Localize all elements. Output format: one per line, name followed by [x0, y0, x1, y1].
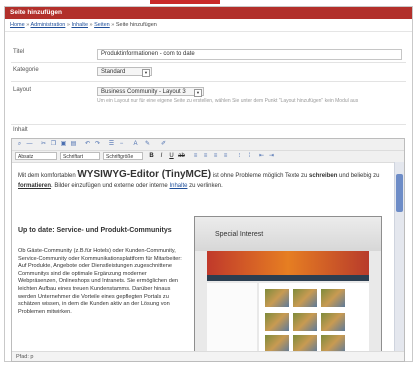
bold-icon[interactable]: B [148, 153, 155, 160]
breadcrumb-separator: » [111, 22, 115, 28]
screenshot-nav [207, 275, 369, 281]
chevron-down-icon: ▼ [194, 89, 202, 97]
title-label: Titel [13, 49, 25, 55]
italic-icon[interactable]: I [158, 153, 165, 160]
align-left-icon[interactable]: ≡ [192, 153, 199, 160]
thumbnail-image [265, 313, 289, 331]
edit-icon[interactable]: ✐ [160, 141, 167, 148]
line-icon[interactable]: — [26, 141, 33, 148]
outdent-icon[interactable]: ⇤ [258, 153, 265, 160]
category-select[interactable]: Standard ▼ [97, 67, 152, 77]
minus-icon[interactable]: − [118, 141, 125, 148]
indent-icon[interactable]: ⇥ [268, 153, 275, 160]
breadcrumb-seiten[interactable]: Seiten [94, 22, 110, 28]
align-right-icon[interactable]: ≡ [212, 153, 219, 160]
intro-text: ist ohne Probleme möglich Texte zu [211, 173, 310, 179]
layout-label: Layout [13, 87, 32, 93]
breadcrumb: Home » Administration » Inhalte » Seiten… [5, 19, 412, 32]
content-heading: Up to date: Service- und Produkt-Communi… [18, 227, 172, 234]
thumbnail-image [321, 335, 345, 351]
intro-editor-name: WYSIWYG-Editor (TinyMCE) [77, 169, 212, 180]
top-accent-bar [150, 0, 220, 4]
undo-icon[interactable]: ↶ [84, 141, 91, 148]
thumbnail-image [293, 313, 317, 331]
divider [11, 62, 406, 63]
breadcrumb-separator: » [26, 22, 30, 28]
list-icon[interactable]: ☰ [108, 141, 115, 148]
font-color-icon[interactable]: A [132, 141, 139, 148]
wysiwyg-editor[interactable]: ⌕ — ✂ ❐ ▣ ▤ ↶ ↷ ☰ − A ✎ ✐ Absatz Schrift… [11, 138, 405, 362]
editor-status-path: Pfad: p [12, 351, 404, 361]
underline-icon[interactable]: U [168, 153, 175, 160]
intro-text: Mit dem komfortablen [18, 173, 78, 179]
font-select[interactable]: Schriftart [60, 152, 100, 160]
add-page-panel: Seite hinzufügen Home » Administration »… [4, 6, 413, 362]
strike-icon[interactable]: ab [178, 153, 185, 160]
scrollbar-thumb[interactable] [396, 174, 403, 212]
divider [11, 124, 406, 125]
intro-text: und beliebig zu [337, 173, 380, 179]
category-value: Standard [101, 69, 126, 75]
screenshot-sidebar [207, 283, 257, 351]
breadcrumb-home[interactable]: Home [10, 22, 25, 28]
breadcrumb-separator: » [66, 22, 70, 28]
thumbnail-image [265, 289, 289, 307]
layout-value: Business Community - Layout 3 [101, 89, 186, 95]
intro-text: zu verlinken. [187, 183, 223, 189]
copy-icon[interactable]: ❐ [50, 141, 57, 148]
intro-paragraph: Mit dem komfortablen WYSIWYG-Editor (Tin… [18, 170, 388, 191]
justify-icon[interactable]: ≡ [222, 153, 229, 160]
breadcrumb-administration[interactable]: Administration [31, 22, 66, 28]
vertical-scrollbar[interactable] [394, 162, 404, 351]
intro-text: . Bilder einzufügen und externe oder int… [51, 183, 170, 189]
intro-bold-word: schreiben [309, 173, 338, 179]
search-icon[interactable]: ⌕ [16, 141, 23, 148]
layout-hint: Um ein Layout nur für eine eigene Seite … [97, 98, 359, 104]
title-input[interactable]: Produktinformationen - com to date [97, 49, 402, 60]
layout-select[interactable]: Business Community - Layout 3 ▼ [97, 87, 204, 97]
screenshot-title: Special Interest [215, 231, 264, 238]
thumbnail-image [293, 335, 317, 351]
breadcrumb-inhalte[interactable]: Inhalte [71, 22, 88, 28]
intro-link[interactable]: Inhalte [169, 183, 187, 189]
cut-icon[interactable]: ✂ [40, 141, 47, 148]
bullet-list-icon[interactable]: ⁝ [236, 153, 243, 160]
thumbnail-image [321, 313, 345, 331]
thumbnail-image [265, 335, 289, 351]
numbered-list-icon[interactable]: ⁞ [246, 153, 253, 160]
thumbnail-image [293, 289, 317, 307]
content-label: Inhalt [13, 127, 28, 133]
breadcrumb-separator: » [89, 22, 93, 28]
intro-format-word: formatieren [18, 183, 52, 189]
panel-title: Seite hinzufügen [5, 7, 412, 19]
divider [11, 81, 406, 82]
format-select[interactable]: Absatz [15, 152, 57, 160]
redo-icon[interactable]: ↷ [94, 141, 101, 148]
paste-icon[interactable]: ▣ [60, 141, 67, 148]
highlight-icon[interactable]: ✎ [144, 141, 151, 148]
chevron-down-icon: ▼ [142, 69, 150, 77]
editor-content[interactable]: Mit dem komfortablen WYSIWYG-Editor (Tin… [12, 162, 394, 351]
category-label: Kategorie [13, 67, 39, 73]
embedded-screenshot-image: Special Interest [194, 216, 382, 351]
thumbnail-image [321, 289, 345, 307]
font-size-select[interactable]: Schriftgröße [103, 152, 143, 160]
content-body: Ob Gäste-Community (z.B.für Hotels) oder… [18, 248, 182, 315]
breadcrumb-current: Seite hinzufügen [115, 22, 157, 28]
editor-toolbar-1: ⌕ — ✂ ❐ ▣ ▤ ↶ ↷ ☰ − A ✎ ✐ [12, 139, 404, 151]
align-center-icon[interactable]: ≡ [202, 153, 209, 160]
screenshot-banner [207, 251, 369, 275]
paste-word-icon[interactable]: ▤ [70, 141, 77, 148]
